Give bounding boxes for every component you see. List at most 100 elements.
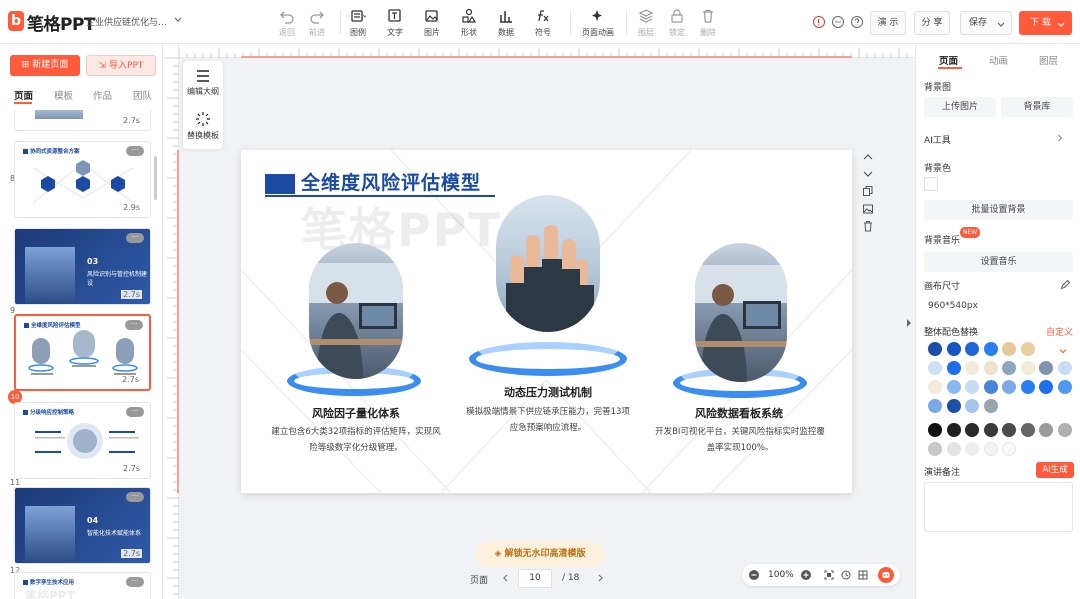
unlock-watermark-button[interactable]: ◈ 解锁无水印高清模版 [476,541,604,567]
color-swatch[interactable] [983,361,998,375]
color-swatch[interactable] [1020,361,1035,375]
zoom-out-icon[interactable] [748,569,760,581]
alert-icon[interactable] [813,16,825,28]
page-thumbnail[interactable]: 数字孪生技术应用 ··· 笔格PPT [14,572,151,599]
share-button[interactable]: 分 享 [914,11,950,35]
set-music-button[interactable]: 设置音乐 [924,252,1073,272]
color-swatch[interactable] [1002,380,1016,394]
color-swatch[interactable] [946,399,961,413]
color-swatch[interactable] [1057,423,1072,437]
zoom-in-icon[interactable] [800,569,812,581]
assistant-icon[interactable] [878,567,894,583]
bg-library-button[interactable]: 背景库 [1001,97,1073,117]
color-swatch[interactable] [965,423,979,437]
image-button[interactable]: 图片 [415,8,449,38]
scrollbar[interactable] [154,156,157,200]
item-heading[interactable]: 风险因子量化体系 [309,405,403,421]
lock-button[interactable]: 锁定 [660,8,694,38]
tab-page[interactable]: 页面 [939,53,958,67]
ai-tools-label[interactable]: AI工具 [924,133,951,146]
chevron-right-icon[interactable] [905,318,913,328]
page-thumbnail[interactable]: 分级响应控制策略 ··· 2.7s [14,402,151,479]
color-swatch[interactable] [1020,380,1035,394]
undo-button[interactable]: 返回 [270,8,304,38]
tab-layers[interactable]: 图层 [1039,53,1058,67]
chevron-down-icon[interactable] [1059,347,1067,355]
color-swatch[interactable] [983,342,998,356]
upload-image-button[interactable]: 上传图片 [924,97,996,117]
color-swatch[interactable] [946,361,961,375]
symbol-button[interactable]: 符号 [526,8,560,38]
color-swatch[interactable] [946,380,961,394]
more-icon[interactable]: ··· [126,146,144,156]
color-swatch[interactable] [983,423,998,437]
grid-icon[interactable] [858,570,868,580]
clock-icon[interactable] [841,570,851,580]
color-swatch[interactable] [928,399,942,413]
zoom-level[interactable]: 100% [768,570,794,580]
page-thumbnail[interactable]: 04 智能化技术赋能体系 ··· 2.7s [14,487,151,564]
more-icon[interactable]: ··· [126,577,144,587]
tab-works[interactable]: 作品 [93,88,112,102]
page-thumbnail[interactable]: 03 风险识别与管控机制建设 ··· 2.7s [14,228,151,305]
slide-photo[interactable] [496,195,600,332]
text-button[interactable]: 文字 [378,8,412,38]
slide-title[interactable]: 全维度风险评估模型 [301,168,481,195]
data-button[interactable]: 数据 [489,8,523,38]
slide-photo[interactable] [309,243,403,379]
ai-generate-button[interactable]: AI生成 [1036,462,1074,478]
color-swatch[interactable] [965,361,979,375]
color-swatch[interactable] [1039,361,1053,375]
color-swatch[interactable] [946,342,961,356]
color-swatch[interactable] [928,342,942,356]
color-swatch[interactable] [946,442,961,456]
document-title[interactable]: 企业供应链优化与风险... [86,15,172,28]
fit-screen-icon[interactable] [824,570,834,580]
color-swatch[interactable] [965,342,979,356]
more-icon[interactable]: ··· [126,233,144,243]
tab-pages[interactable]: 页面 [14,88,33,102]
slide-canvas[interactable]: 笔格PPT 全维度风险评估模型 风险因子量化体系 建立包含6大类32项指标的评估… [241,150,852,493]
download-button[interactable]: 下 载 [1019,11,1072,35]
prev-page-icon[interactable] [502,574,510,582]
page-thumbnail[interactable]: 协同式资源整合方案 ··· 2.9s [14,141,151,218]
import-ppt-button[interactable]: ⇲ 导入PPT [86,55,156,76]
chevron-right-icon[interactable] [1056,134,1064,142]
item-description[interactable]: 建立包含6大类32项指标的评估矩阵，实现风险等级数字化分级管理。 [269,424,443,456]
item-description[interactable]: 开发BI可视化平台，关键风险指标实时监控覆盖率实现100%。 [653,424,827,456]
color-swatch[interactable] [1020,423,1035,437]
shape-button[interactable]: 形状 [452,8,486,38]
add-image-icon[interactable] [862,203,874,215]
chevron-up-icon[interactable] [862,151,874,163]
chevron-down-icon[interactable] [862,168,874,180]
edit-icon[interactable] [1060,280,1070,290]
legend-button[interactable]: 图例 [341,8,375,38]
copy-icon[interactable] [862,185,874,197]
item-description[interactable]: 模拟极端情景下供应链承压能力，完善13项应急预案响应流程。 [463,404,633,436]
chevron-down-icon[interactable] [174,15,182,23]
color-swatch[interactable] [965,380,979,394]
color-swatch[interactable] [928,380,942,394]
page-thumbnail[interactable]: 2.7s [14,110,151,131]
delete-button[interactable]: 删除 [691,8,725,38]
present-button[interactable]: 演 示 [870,11,906,35]
color-swatch[interactable] [965,399,979,413]
tab-team[interactable]: 团队 [133,88,152,102]
bg-color-swatch[interactable] [924,177,938,191]
color-swatch[interactable] [1039,423,1053,437]
more-icon[interactable]: ··· [126,492,144,502]
color-swatch[interactable] [946,423,961,437]
chat-icon[interactable] [832,16,844,28]
color-swatch[interactable] [1057,361,1072,375]
chevron-down-icon[interactable] [997,20,1005,28]
page-animation-button[interactable]: 页面动画 [581,8,615,38]
edit-outline-button[interactable]: 编辑大纲 [183,69,223,97]
page-thumbnail-active[interactable]: 全维度风险评估模型 ··· 2.7s [14,314,151,391]
color-swatch[interactable] [1002,442,1016,456]
layer-button[interactable]: 图层 [629,8,663,38]
color-swatch[interactable] [965,442,979,456]
color-swatch[interactable] [1057,380,1072,394]
speaker-notes-input[interactable] [924,482,1073,532]
color-swatch[interactable] [983,442,998,456]
color-swatch[interactable] [928,442,942,456]
